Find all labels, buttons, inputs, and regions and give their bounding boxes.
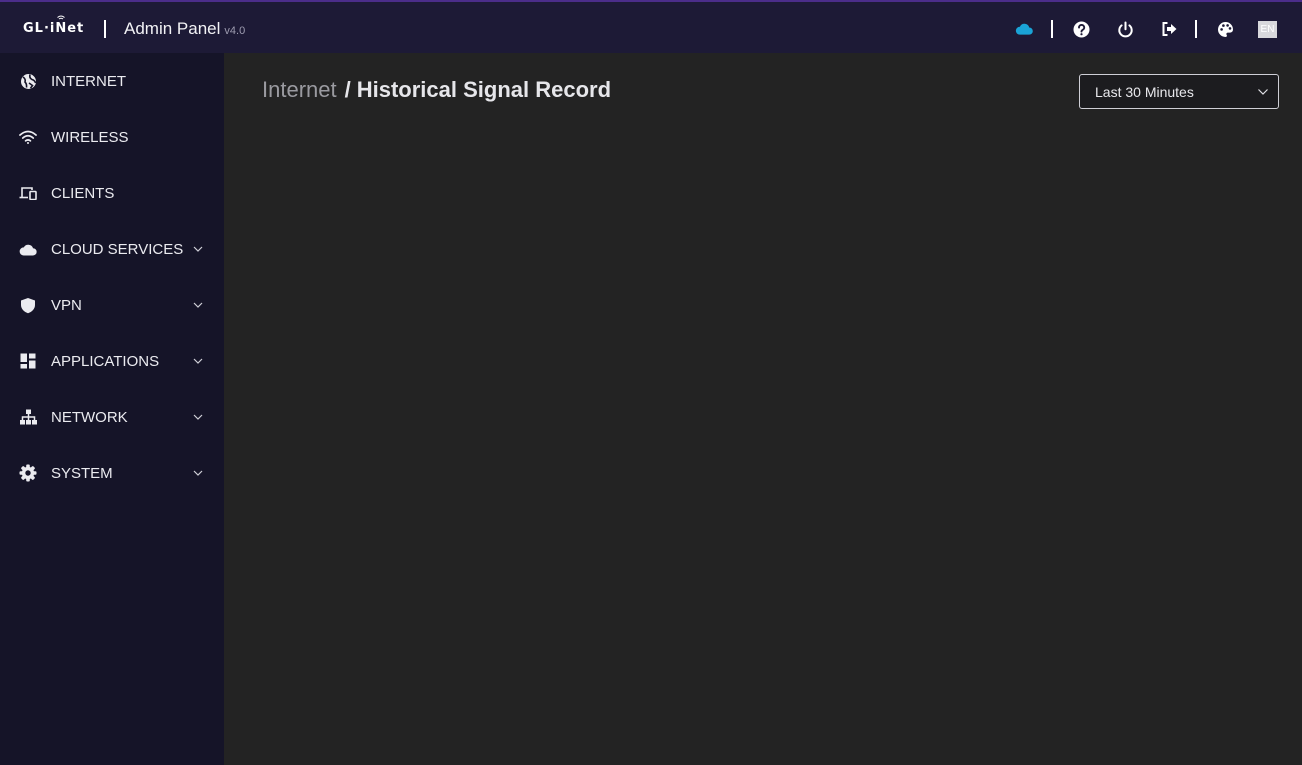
chevron-down-icon xyxy=(1258,89,1268,95)
cloud-icon[interactable] xyxy=(1015,20,1033,38)
sidebar-item-applications[interactable]: APPLICATIONS xyxy=(0,333,224,389)
page-title: Historical Signal Record xyxy=(356,77,612,102)
gl-inet-logo[interactable]: GL·iNet xyxy=(23,15,85,36)
app-title-text: Admin Panel xyxy=(124,19,221,38)
breadcrumb: Internet / Historical Signal Record xyxy=(262,77,611,103)
sidebar-item-label: WIRELESS xyxy=(51,128,129,146)
breadcrumb-separator: / xyxy=(344,77,351,102)
sidebar-item-system[interactable]: SYSTEM xyxy=(0,445,224,501)
chevron-down-icon xyxy=(192,243,204,255)
sidebar-item-label: INTERNET xyxy=(51,72,126,90)
devices-icon xyxy=(19,184,37,202)
wifi-icon xyxy=(19,128,37,146)
header-divider xyxy=(104,20,106,38)
main-content: Internet / Historical Signal Record Last 3… xyxy=(224,53,1302,765)
sidebar-item-network[interactable]: NETWORK xyxy=(0,389,224,445)
apps-icon xyxy=(19,352,37,370)
app-title: Admin Panel v4.0 xyxy=(124,19,245,39)
header-divider xyxy=(1195,20,1197,38)
chevron-down-icon xyxy=(192,411,204,423)
logo-text: GL·iNet xyxy=(23,21,85,36)
chevron-down-icon xyxy=(192,467,204,479)
header-divider xyxy=(1051,20,1053,38)
time-range-select[interactable]: Last 30 Minutes xyxy=(1079,74,1279,109)
sidebar-item-label: CLOUD SERVICES xyxy=(51,240,184,258)
help-icon[interactable] xyxy=(1072,20,1090,38)
sidebar-item-wireless[interactable]: WIRELESS xyxy=(0,109,224,165)
breadcrumb-parent-link[interactable]: Internet xyxy=(262,77,337,102)
sidebar-item-internet[interactable]: INTERNET xyxy=(0,53,224,109)
shield-icon xyxy=(19,296,37,314)
sidebar-item-cloud-services[interactable]: CLOUD SERVICES xyxy=(0,221,224,277)
power-icon[interactable] xyxy=(1116,20,1134,38)
app-version: v4.0 xyxy=(224,25,246,37)
language-selector[interactable]: EN xyxy=(1258,21,1277,38)
network-icon xyxy=(19,408,37,426)
sidebar-item-vpn[interactable]: VPN xyxy=(0,277,224,333)
signal-chart-area xyxy=(262,133,1279,743)
top-bar: GL·iNet Admin Panel v4.0 EN xyxy=(0,0,1302,53)
logo-wifi-mark-icon xyxy=(57,15,65,20)
palette-icon[interactable] xyxy=(1216,20,1234,38)
cloud-icon xyxy=(19,240,37,258)
time-range-value: Last 30 Minutes xyxy=(1095,84,1194,100)
sidebar-item-label: APPLICATIONS xyxy=(51,352,160,370)
sidebar-item-clients[interactable]: CLIENTS xyxy=(0,165,224,221)
logout-icon[interactable] xyxy=(1160,20,1178,38)
sidebar-item-label: SYSTEM xyxy=(51,464,113,482)
sidebar-item-label: NETWORK xyxy=(51,408,128,426)
sidebar: INTERNET WIRELESS CLIENTS CLOUD SERVICES… xyxy=(0,53,224,765)
sidebar-item-label: CLIENTS xyxy=(51,184,115,202)
chevron-down-icon xyxy=(192,355,204,367)
sidebar-item-label: VPN xyxy=(51,296,82,314)
chevron-down-icon xyxy=(192,299,204,311)
globe-icon xyxy=(19,72,37,90)
gear-icon xyxy=(19,464,37,482)
